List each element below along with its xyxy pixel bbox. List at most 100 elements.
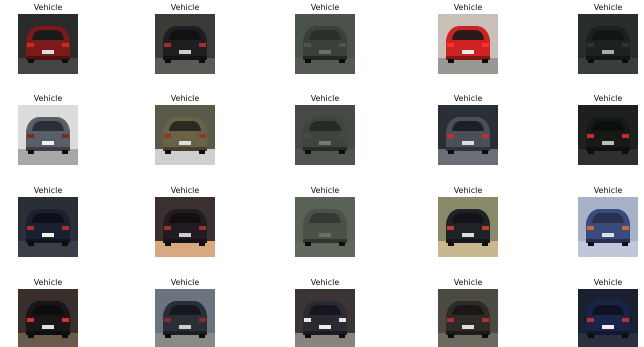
vehicle-thumbnail-graphic: [18, 289, 78, 347]
vehicle-label: Vehicle: [310, 94, 340, 103]
car-tail-light-right: [482, 226, 489, 230]
car-rear-window: [169, 305, 201, 315]
car-tail-light-left: [587, 134, 594, 138]
vehicle-label: Vehicle: [453, 3, 483, 12]
vehicle-thumbnail: [438, 197, 498, 257]
car-license-plate: [319, 141, 331, 145]
vehicle-thumbnail: [18, 14, 78, 74]
thumbnail-ground: [155, 149, 215, 165]
car-license-plate: [602, 233, 614, 237]
car-license-plate: [42, 50, 54, 54]
car-rear-window: [309, 213, 341, 223]
vehicle-label: Vehicle: [33, 186, 63, 195]
car-tail-light-left: [27, 226, 34, 230]
car-wheel-right: [62, 334, 68, 338]
car-rear-window: [452, 305, 484, 315]
vehicle-label: Vehicle: [170, 94, 200, 103]
vehicle-thumbnail: [295, 197, 355, 257]
vehicle-thumbnail: [155, 105, 215, 165]
thumbnail-ground: [155, 58, 215, 74]
car-wheel-right: [199, 150, 205, 154]
car-wheel-left: [588, 59, 594, 63]
car-license-plate: [462, 141, 474, 145]
car-wheel-left: [305, 242, 311, 246]
thumbnail-ground: [155, 241, 215, 257]
thumbnail-ground: [578, 149, 638, 165]
vehicle-thumbnail-graphic: [18, 14, 78, 74]
vehicle-thumbnail-graphic: [155, 289, 215, 347]
vehicle-thumbnail: [155, 14, 215, 74]
car-tail-light-right: [62, 226, 69, 230]
car-tail-light-right: [199, 226, 206, 230]
car-wheel-left: [28, 59, 34, 63]
car-wheel-left: [588, 334, 594, 338]
car-wheel-right: [62, 150, 68, 154]
car-wheel-right: [622, 334, 628, 338]
thumbnail-ground: [155, 333, 215, 347]
vehicle-label: Vehicle: [170, 3, 200, 12]
vehicle-label: Vehicle: [33, 94, 63, 103]
car-tail-light-right: [622, 318, 629, 322]
car-tail-light-right: [482, 318, 489, 322]
car-wheel-left: [588, 150, 594, 154]
car-license-plate: [179, 141, 191, 145]
car-wheel-left: [165, 242, 171, 246]
vehicle-thumbnail: [578, 289, 638, 347]
vehicle-thumbnail-graphic: [18, 105, 78, 165]
vehicle-label: Vehicle: [170, 278, 200, 287]
vehicle-label: Vehicle: [33, 3, 63, 12]
vehicle-thumbnail-graphic: [438, 105, 498, 165]
car-tail-light-left: [27, 134, 34, 138]
vehicle-thumbnail: [18, 197, 78, 257]
vehicle-thumbnail: [578, 105, 638, 165]
vehicle-thumbnail-graphic: [155, 14, 215, 74]
vehicle-thumbnail-graphic: [578, 105, 638, 165]
vehicle-thumbnail-graphic: [438, 289, 498, 347]
car-wheel-right: [622, 59, 628, 63]
vehicle-thumbnail-graphic: [295, 105, 355, 165]
thumbnail-ground: [438, 333, 498, 347]
vehicle-label: Vehicle: [593, 278, 623, 287]
car-license-plate: [602, 50, 614, 54]
car-rear-window: [169, 30, 201, 40]
car-wheel-right: [339, 59, 345, 63]
car-wheel-right: [62, 242, 68, 246]
car-wheel-right: [199, 242, 205, 246]
car-license-plate: [602, 141, 614, 145]
car-rear-window: [32, 30, 64, 40]
thumbnail-ground: [578, 241, 638, 257]
car-wheel-right: [199, 59, 205, 63]
vehicle-label: Vehicle: [453, 278, 483, 287]
car-tail-light-left: [587, 226, 594, 230]
vehicle-thumbnail-graphic: [155, 105, 215, 165]
vehicle-thumbnail-graphic: [18, 197, 78, 257]
car-rear-window: [169, 213, 201, 223]
vehicle-label: Vehicle: [593, 186, 623, 195]
vehicle-thumbnail-graphic: [295, 14, 355, 74]
car-tail-light-left: [304, 134, 311, 138]
vehicle-thumbnail: [578, 197, 638, 257]
car-tail-light-right: [339, 43, 346, 47]
vehicle-image-grid: Vehicle Vehicle Vehicle Vehicle Vehicle Vehic…: [0, 0, 644, 347]
thumbnail-ground: [438, 149, 498, 165]
car-rear-window: [452, 121, 484, 131]
car-rear-window: [309, 121, 341, 131]
car-wheel-right: [339, 242, 345, 246]
car-tail-light-left: [164, 318, 171, 322]
vehicle-label: Vehicle: [170, 186, 200, 195]
thumbnail-ground: [295, 333, 355, 347]
vehicle-thumbnail: [438, 289, 498, 347]
car-wheel-left: [305, 334, 311, 338]
vehicle-thumbnail-graphic: [438, 197, 498, 257]
vehicle-label: Vehicle: [593, 94, 623, 103]
car-rear-window: [592, 30, 624, 40]
car-rear-window: [32, 121, 64, 131]
car-rear-window: [592, 121, 624, 131]
vehicle-thumbnail: [295, 105, 355, 165]
thumbnail-ground: [578, 333, 638, 347]
thumbnail-ground: [295, 241, 355, 257]
vehicle-label: Vehicle: [33, 278, 63, 287]
car-wheel-right: [482, 334, 488, 338]
car-tail-light-right: [482, 43, 489, 47]
car-wheel-right: [199, 334, 205, 338]
